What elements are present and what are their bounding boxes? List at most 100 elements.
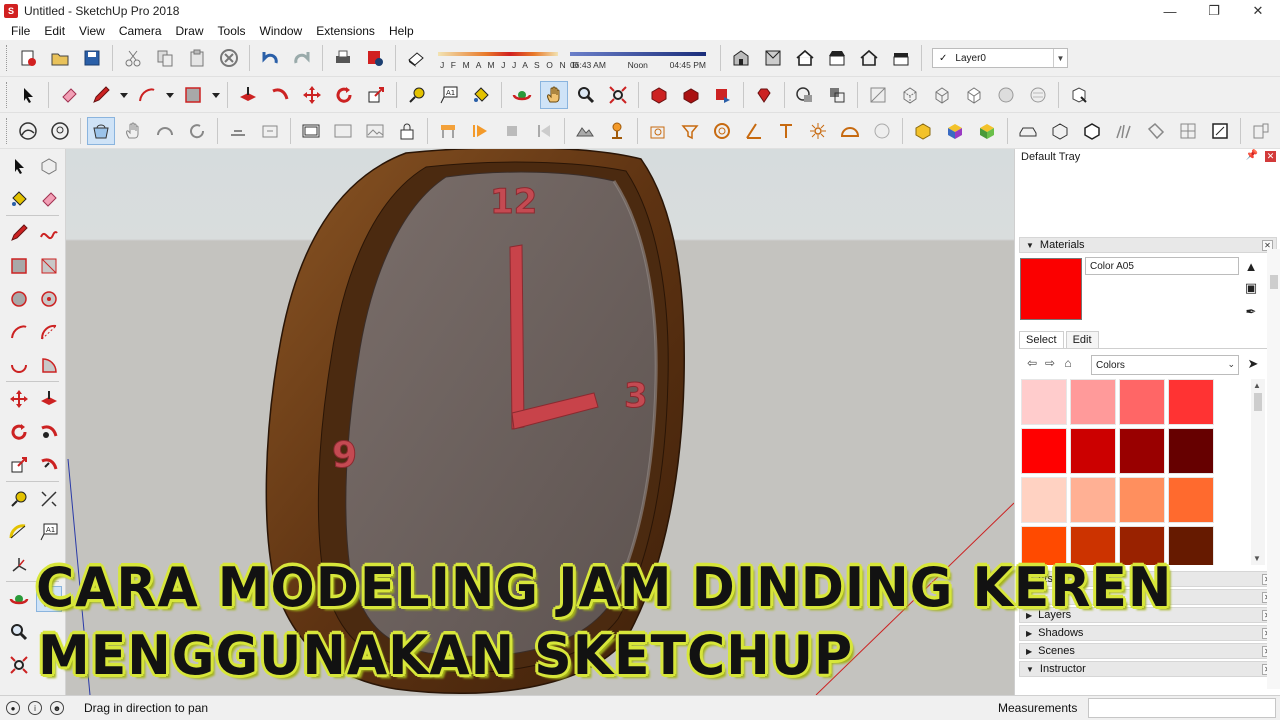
extension-1-button[interactable]: [1014, 117, 1042, 145]
push-pull-tool-button[interactable]: [234, 81, 262, 109]
left-pie-button[interactable]: [36, 352, 62, 378]
rotate-tool-button[interactable]: [330, 81, 358, 109]
shadow-time-slider[interactable]: 06:43 AM Noon 04:45 PM: [570, 44, 710, 72]
menu-tools[interactable]: Tools: [211, 24, 253, 38]
left-followme-button[interactable]: [36, 419, 62, 445]
refresh-view-button[interactable]: [183, 117, 211, 145]
left-axes-button[interactable]: [6, 552, 32, 578]
left-3pt-arc-button[interactable]: [6, 352, 32, 378]
components-panel-header[interactable]: ▶ nts ✕: [1019, 571, 1277, 587]
stop-button[interactable]: [498, 117, 526, 145]
scenes-panel-header[interactable]: ▶ Scenes ✕: [1019, 643, 1277, 659]
look-around-button[interactable]: [151, 117, 179, 145]
scroll-thumb[interactable]: [1254, 393, 1262, 411]
chevron-down-icon[interactable]: ⌄: [1227, 359, 1235, 370]
measurements-input[interactable]: [1088, 698, 1276, 718]
play-button[interactable]: [466, 117, 494, 145]
open-button[interactable]: [46, 44, 74, 72]
extension-7-button[interactable]: [1206, 117, 1234, 145]
angle-button[interactable]: [740, 117, 768, 145]
arc-tool-button[interactable]: [133, 81, 161, 109]
menu-window[interactable]: Window: [253, 24, 310, 38]
color-swatch[interactable]: [1021, 477, 1067, 523]
close-button[interactable]: ✕: [1236, 0, 1280, 22]
menu-view[interactable]: View: [72, 24, 112, 38]
menu-help[interactable]: Help: [382, 24, 421, 38]
menu-camera[interactable]: Camera: [112, 24, 169, 38]
color-swatch[interactable]: [1168, 526, 1214, 565]
extension-2-button[interactable]: [1046, 117, 1074, 145]
left-tape-button[interactable]: [6, 486, 32, 512]
line-tool-button[interactable]: [87, 81, 115, 109]
style-back-edges-button[interactable]: [896, 81, 924, 109]
swatch-scrollbar[interactable]: ▲ ▼: [1251, 379, 1265, 565]
move-tool-button[interactable]: [298, 81, 326, 109]
select-tool-button[interactable]: [14, 81, 42, 109]
camera-pan-button[interactable]: [87, 116, 115, 145]
share-model-button[interactable]: [677, 81, 705, 109]
account-icon[interactable]: ☻: [50, 701, 64, 715]
left-zoom-button[interactable]: [6, 619, 32, 645]
left-dimension-button[interactable]: [36, 486, 62, 512]
sample-paint-icon[interactable]: ✒: [1243, 304, 1259, 320]
left-rotate-button[interactable]: [6, 419, 32, 445]
scene-2-button[interactable]: [329, 117, 357, 145]
materials-panel-header[interactable]: ▼ Materials ✕: [1019, 237, 1277, 253]
left-pushpull-button[interactable]: [36, 386, 62, 412]
tray-scrollbar[interactable]: [1267, 249, 1280, 689]
time-slider-track[interactable]: [570, 52, 706, 56]
terrain-button[interactable]: [571, 117, 599, 145]
left-text-button[interactable]: A1: [36, 519, 62, 545]
left-scale-button[interactable]: [6, 452, 32, 478]
left-move-button[interactable]: [6, 386, 32, 412]
shapes-dropdown-button[interactable]: [211, 81, 221, 109]
style-xray-button[interactable]: [864, 81, 892, 109]
front-view-button[interactable]: [791, 44, 819, 72]
color-swatch[interactable]: [1119, 428, 1165, 474]
color-swatch[interactable]: [1168, 379, 1214, 425]
save-button[interactable]: [78, 44, 106, 72]
share-component-button[interactable]: [709, 81, 737, 109]
left-view-button[interactable]: [887, 44, 915, 72]
component-yellow-button[interactable]: [909, 117, 937, 145]
shadow-date-slider[interactable]: J F M A M J J A S O N D: [438, 44, 578, 72]
scene-3-button[interactable]: [361, 117, 389, 145]
collection-dropdown[interactable]: Colors ⌄: [1091, 355, 1239, 375]
credits-info-icon[interactable]: i: [28, 701, 42, 715]
style-shaded-button[interactable]: [992, 81, 1020, 109]
axis-button[interactable]: [772, 117, 800, 145]
sphere-button[interactable]: [868, 117, 896, 145]
styles-panel-header[interactable]: ▶ ✕: [1019, 589, 1277, 605]
protractor-button[interactable]: [676, 117, 704, 145]
left-select-button[interactable]: [6, 153, 32, 179]
paste-button[interactable]: [183, 44, 211, 72]
model-info-button[interactable]: [361, 44, 389, 72]
forward-arrow-icon[interactable]: ⇨: [1041, 354, 1059, 372]
warehouse-button[interactable]: [645, 81, 673, 109]
instructor-panel-header[interactable]: ▼ Instructor ✕: [1019, 661, 1277, 677]
color-swatch[interactable]: [1168, 428, 1214, 474]
color-swatch[interactable]: [1119, 477, 1165, 523]
color-swatch[interactable]: [1021, 379, 1067, 425]
extension-6-button[interactable]: [1174, 117, 1202, 145]
iso-view-button[interactable]: [727, 44, 755, 72]
right-view-button[interactable]: [823, 44, 851, 72]
tab-edit[interactable]: Edit: [1065, 331, 1099, 348]
copy-button[interactable]: [151, 44, 179, 72]
create-material-icon[interactable]: ▣: [1243, 280, 1259, 296]
color-swatch[interactable]: [1021, 526, 1067, 565]
scale-tool-button[interactable]: [362, 81, 390, 109]
model-viewport[interactable]: 12 3 9: [66, 149, 1014, 695]
sandbox-from-scratch-button[interactable]: [46, 117, 74, 145]
pin-icon[interactable]: 📌: [1246, 150, 1258, 161]
left-rectangle-button[interactable]: [6, 253, 32, 279]
solid-tools-button[interactable]: [823, 81, 851, 109]
left-orbit-button[interactable]: [6, 586, 32, 612]
tray-close-button[interactable]: ✕: [1265, 151, 1276, 162]
left-component-button[interactable]: [36, 153, 62, 179]
restore-button[interactable]: ❐: [1192, 0, 1236, 22]
scroll-down-icon[interactable]: ▼: [1253, 554, 1261, 563]
menu-file[interactable]: File: [4, 24, 37, 38]
minimize-button[interactable]: —: [1148, 0, 1192, 22]
details-arrow-icon[interactable]: ➤: [1245, 356, 1261, 372]
